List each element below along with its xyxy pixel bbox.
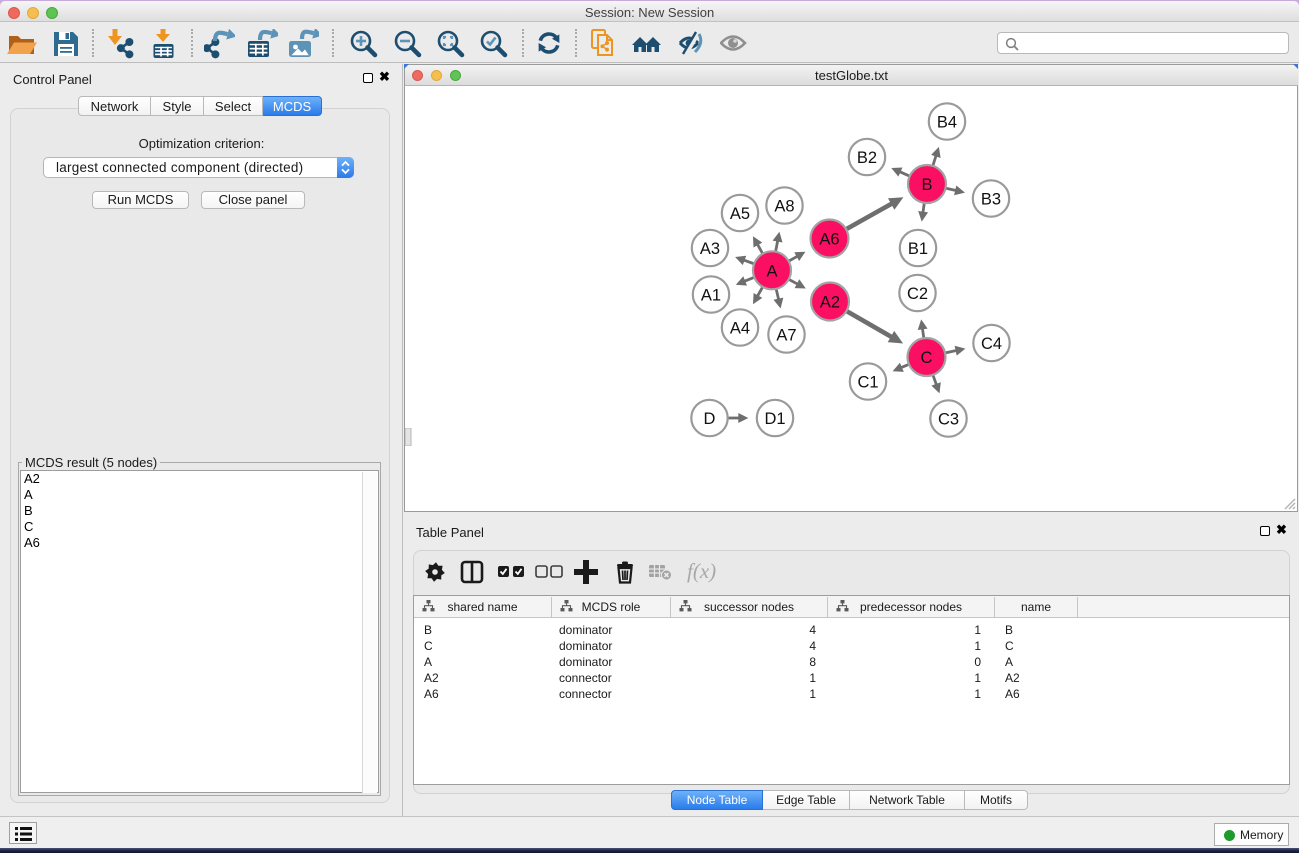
svg-text:C2: C2	[907, 285, 928, 303]
svg-text:A3: A3	[700, 240, 720, 258]
svg-text:C: C	[921, 349, 933, 367]
svg-text:C4: C4	[981, 335, 1002, 353]
svg-text:B1: B1	[908, 240, 928, 258]
svg-text:D1: D1	[764, 410, 785, 428]
svg-text:A5: A5	[730, 205, 750, 223]
svg-text:D: D	[704, 410, 716, 428]
svg-text:C1: C1	[857, 374, 878, 392]
svg-text:A8: A8	[774, 198, 794, 216]
svg-text:C3: C3	[938, 411, 959, 429]
svg-text:B2: B2	[857, 149, 877, 167]
svg-text:A6: A6	[819, 231, 839, 249]
svg-text:B3: B3	[981, 191, 1001, 209]
svg-text:A: A	[766, 262, 777, 280]
svg-text:B: B	[921, 176, 932, 194]
svg-text:A4: A4	[730, 320, 750, 338]
svg-text:A1: A1	[701, 287, 721, 305]
svg-text:A2: A2	[820, 294, 840, 312]
svg-text:A7: A7	[776, 327, 796, 345]
svg-text:B4: B4	[937, 114, 957, 132]
